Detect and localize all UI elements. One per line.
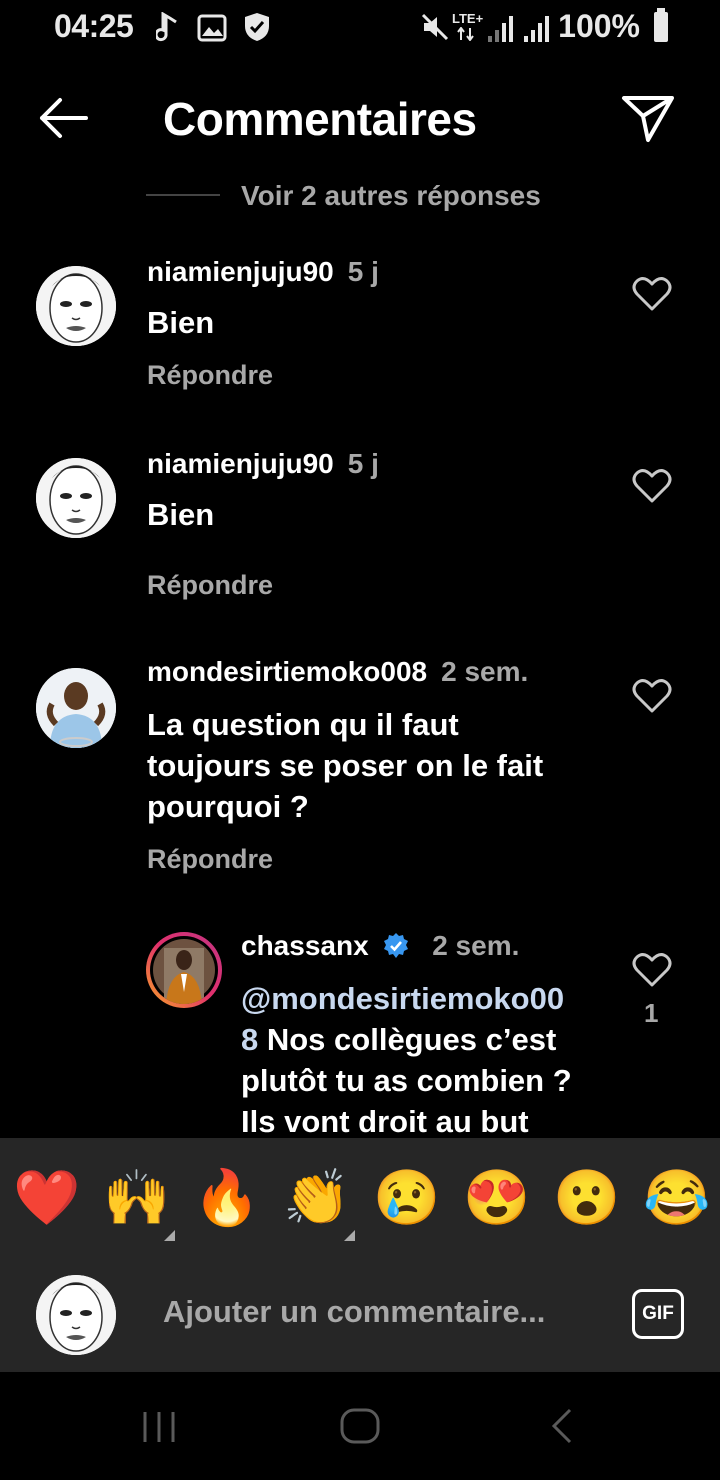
comment-input[interactable]: Ajouter un commentaire... [163, 1294, 545, 1330]
mute-icon [421, 13, 449, 41]
home-icon[interactable] [338, 1404, 382, 1448]
surprised-emoji-button[interactable]: 😮 [553, 1166, 620, 1230]
heart-icon[interactable] [632, 678, 672, 714]
laughing-emoji-button[interactable]: 😂 [643, 1166, 710, 1230]
comment-text: La question qu il faut toujours se poser… [147, 707, 544, 824]
shield-icon [245, 13, 269, 41]
reply-button[interactable]: Répondre [147, 844, 273, 875]
battery-icon [654, 8, 668, 42]
heart-icon[interactable] [632, 952, 672, 988]
comment-text: @mondesirtiemoko00 8 Nos collègues c’est… [241, 981, 572, 1138]
comment-username[interactable]: mondesirtiemoko008 2 sem. [147, 656, 528, 688]
page-title: Commentaires [163, 93, 477, 145]
comment-text: Bien [147, 497, 215, 532]
comment-time: 5 j [347, 256, 379, 287]
data-arrows-icon [457, 27, 474, 41]
heart-icon[interactable] [632, 276, 672, 312]
signal-icon [488, 14, 518, 42]
like-count: 1 [644, 998, 659, 1028]
comment-time: 2 sem. [441, 656, 529, 687]
comment-reply: chassanx 2 sem. @mondesirtiemoko00 8 Nos… [0, 926, 720, 1138]
recent-apps-icon[interactable] [140, 1404, 178, 1448]
image-icon [197, 14, 227, 42]
signal-icon [524, 14, 554, 42]
fire-emoji-button[interactable]: 🔥 [193, 1166, 260, 1230]
heart-icon[interactable] [632, 468, 672, 504]
mention-link[interactable]: @mondesirtiemoko00 [241, 981, 564, 1016]
comment-username[interactable]: niamienjuju90 5 j [147, 448, 379, 480]
arrow-left-icon[interactable] [34, 92, 92, 144]
network-type: LTE+ [452, 11, 484, 26]
avatar[interactable] [36, 266, 116, 346]
avatar[interactable] [36, 458, 116, 538]
reply-button[interactable]: Répondre [147, 570, 273, 601]
system-navigation-bar [0, 1372, 720, 1480]
battery-percent: 100% [558, 8, 640, 44]
view-more-replies-button[interactable]: Voir 2 autres réponses [241, 180, 541, 212]
verified-badge-icon [384, 933, 409, 958]
gif-button[interactable]: GIF [632, 1289, 684, 1339]
comment-composer: Ajouter un commentaire... GIF [0, 1262, 720, 1372]
header: Commentaires [0, 70, 720, 166]
avatar [36, 1275, 116, 1355]
raising-hands-emoji-button[interactable]: 🙌 [103, 1166, 170, 1230]
comment-time: 5 j [347, 448, 379, 479]
heart-eyes-emoji-button[interactable]: 😍 [463, 1166, 530, 1230]
clapping-emoji-button[interactable]: 👏 [283, 1166, 350, 1230]
comment-text: Bien [147, 305, 215, 340]
music-note-icon [156, 12, 177, 42]
comment-username[interactable]: niamienjuju90 5 j [147, 256, 379, 288]
status-time: 04:25 [54, 8, 134, 44]
comment-username[interactable]: chassanx 2 sem. [241, 930, 519, 962]
heart-emoji-button[interactable]: ❤️ [13, 1166, 80, 1230]
reply-button[interactable]: Répondre [147, 360, 273, 391]
skin-tone-indicator [344, 1230, 355, 1241]
emoji-reaction-bar: ❤️ 🙌 🔥 👏 😢 😍 😮 😂 [0, 1138, 720, 1262]
skin-tone-indicator [164, 1230, 175, 1241]
avatar[interactable] [146, 932, 222, 1008]
back-nav-icon[interactable] [546, 1404, 576, 1448]
paper-plane-icon[interactable] [620, 92, 676, 144]
comment-time: 2 sem. [432, 930, 520, 961]
avatar[interactable] [36, 668, 116, 748]
divider [146, 194, 220, 196]
status-bar: 04:25 LTE+ 100% [0, 0, 720, 56]
mention-link[interactable]: 8 [241, 1022, 258, 1057]
crying-emoji-button[interactable]: 😢 [373, 1166, 440, 1230]
